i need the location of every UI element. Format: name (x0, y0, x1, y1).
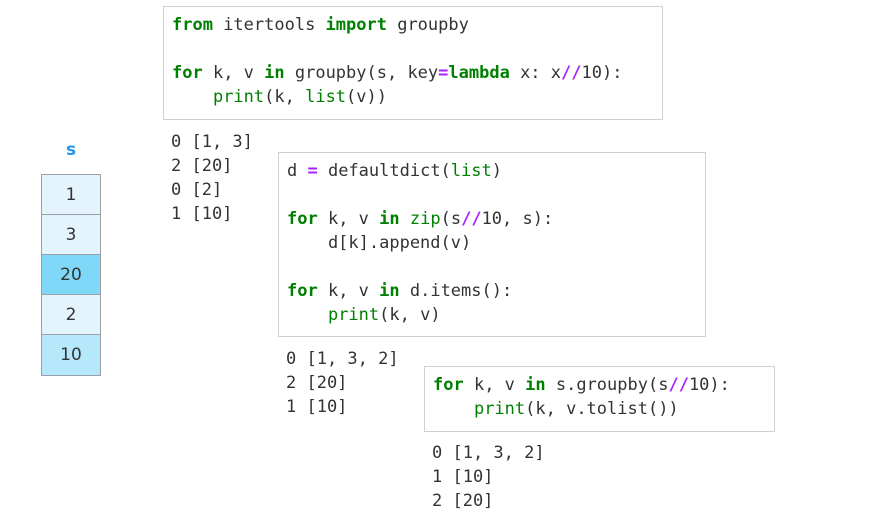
code-keyword: for (433, 375, 464, 395)
code-block-pandas-groupby: for k, v in s.groupby(s//10): print(k, v… (424, 366, 775, 432)
code-operator: // (561, 63, 582, 83)
code-text: d.items(): (399, 281, 513, 301)
series-cell: 20 (42, 255, 100, 295)
code-text: k, v (317, 209, 380, 229)
code-line: d[k].append(v) (287, 231, 697, 255)
code-text: (s (440, 209, 462, 229)
code-operator: = (307, 161, 318, 181)
output-line: 2 [20] (286, 373, 348, 393)
code-builtin: print (212, 87, 265, 107)
code-builtin: zip (409, 209, 441, 229)
series-table: 1 3 20 2 10 (41, 174, 101, 376)
code-text: 10): (688, 375, 730, 395)
output-line: 1 [10] (171, 204, 233, 224)
series-cell: 10 (42, 335, 100, 375)
code-block-groupby: from itertools import groupby for k, v in… (163, 6, 663, 120)
code-operator: // (668, 375, 689, 395)
code-keyword: import (325, 15, 387, 35)
code-keyword: in (379, 209, 400, 229)
code-text: s.groupby(s (545, 375, 669, 395)
output-line: 2 [20] (432, 491, 494, 511)
output-defaultdict: 0 [1, 3, 2] 2 [20] 1 [10] (286, 347, 399, 419)
code-line: print(k, v) (287, 303, 697, 327)
code-text: defaultdict( (317, 161, 451, 181)
output-groupby: 0 [1, 3] 2 [20] 0 [2] 1 [10] (171, 130, 253, 226)
code-line: d = defaultdict(list) (287, 159, 697, 183)
code-text: x: x (509, 63, 562, 83)
output-line: 2 [20] (171, 156, 233, 176)
code-builtin: print (327, 305, 380, 325)
code-operator: = (438, 63, 449, 83)
code-text: k, v (317, 281, 380, 301)
code-keyword: for (287, 281, 318, 301)
code-line: print(k, v.tolist()) (433, 397, 766, 421)
code-builtin: print (473, 399, 526, 419)
code-line: from itertools import groupby (172, 13, 654, 37)
series-cell: 3 (42, 215, 100, 255)
code-text: (v)) (346, 87, 387, 107)
code-line: for k, v in groupby(s, key=lambda x: x//… (172, 61, 654, 85)
code-keyword: lambda (448, 63, 510, 83)
code-line: for k, v in d.items(): (287, 279, 697, 303)
code-operator: // (461, 209, 482, 229)
output-line: 0 [1, 3, 2] (286, 349, 399, 369)
code-text: groupby (386, 15, 469, 35)
code-keyword: for (287, 209, 318, 229)
output-line: 1 [10] (432, 467, 494, 487)
code-line: print(k, list(v)) (172, 85, 654, 109)
code-text: k, v (463, 375, 526, 395)
code-builtin: list (305, 87, 347, 107)
code-keyword: from (172, 15, 213, 35)
series-cell: 1 (42, 175, 100, 215)
code-keyword: in (525, 375, 546, 395)
code-text: (k, (264, 87, 306, 107)
code-text: d (287, 161, 308, 181)
output-line: 0 [1, 3, 2] (432, 443, 545, 463)
code-block-defaultdict: d = defaultdict(list) for k, v in zip(s//… (278, 152, 706, 337)
code-text: itertools (212, 15, 326, 35)
code-text: k, v (202, 63, 265, 83)
code-text: (k, v) (379, 305, 441, 325)
output-line: 0 [1, 3] (171, 132, 253, 152)
code-text: 10, s): (481, 209, 554, 229)
code-keyword: in (264, 63, 285, 83)
series-header: s (65, 140, 77, 160)
code-text: (k, v.tolist()) (525, 399, 679, 419)
code-keyword: for (172, 63, 203, 83)
code-builtin: list (450, 161, 492, 181)
code-keyword: in (379, 281, 400, 301)
code-text: groupby(s, key (284, 63, 439, 83)
output-line: 0 [2] (171, 180, 223, 200)
code-line: for k, v in zip(s//10, s): (287, 207, 697, 231)
series-cell: 2 (42, 295, 100, 335)
output-pandas-groupby: 0 [1, 3, 2] 1 [10] 2 [20] (432, 441, 545, 513)
code-line: for k, v in s.groupby(s//10): (433, 373, 766, 397)
code-text: 10): (581, 63, 623, 83)
code-text: d[k].append(v) (287, 233, 472, 253)
output-line: 1 [10] (286, 397, 348, 417)
code-text: ) (491, 161, 502, 181)
